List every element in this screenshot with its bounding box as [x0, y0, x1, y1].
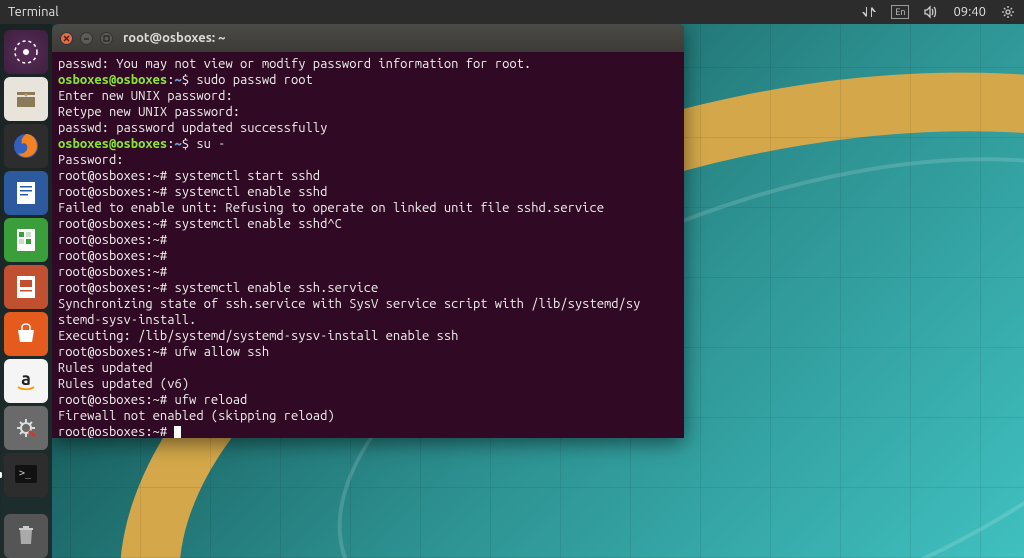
terminal-line: stemd-sysv-install. [58, 312, 678, 328]
active-app-name: Terminal [8, 5, 59, 19]
terminal-line: root@osboxes:~# ufw allow ssh [58, 344, 678, 360]
terminal-line: Enter new UNIX password: [58, 88, 678, 104]
terminal-line: root@osboxes:~# systemctl enable ssh.ser… [58, 280, 678, 296]
svg-text:a: a [21, 369, 31, 389]
svg-text:>_: >_ [19, 468, 32, 479]
launcher-firefox[interactable] [4, 124, 48, 168]
terminal-line: root@osboxes:~# [58, 424, 678, 438]
terminal-line: root@osboxes:~# [58, 232, 678, 248]
terminal-line: root@osboxes:~# ufw reload [58, 392, 678, 408]
launcher-amazon[interactable]: a [4, 359, 48, 403]
terminal-line: osboxes@osboxes:~$ sudo passwd root [58, 72, 678, 88]
top-panel: Terminal En 09:40 [0, 0, 1024, 24]
terminal-line: Retype new UNIX password: [58, 104, 678, 120]
gear-icon[interactable] [1000, 4, 1016, 20]
minimize-icon[interactable] [80, 32, 93, 45]
terminal-line: passwd: You may not view or modify passw… [58, 56, 678, 72]
terminal-line: Executing: /lib/systemd/systemd-sysv-ins… [58, 328, 678, 344]
launcher-terminal[interactable]: >_ [4, 453, 48, 497]
terminal-line: Firewall not enabled (skipping reload) [58, 408, 678, 424]
launcher-dash[interactable] [4, 30, 48, 74]
terminal-line: passwd: password updated successfully [58, 120, 678, 136]
terminal-line: Password: [58, 152, 678, 168]
terminal-window[interactable]: root@osboxes: ~ passwd: You may not view… [52, 24, 684, 438]
terminal-line: root@osboxes:~# [58, 248, 678, 264]
system-tray: En 09:40 [861, 4, 1016, 20]
launcher-writer[interactable] [4, 171, 48, 215]
terminal-line: Failed to enable unit: Refusing to opera… [58, 200, 678, 216]
launcher-files[interactable] [4, 77, 48, 121]
terminal-body[interactable]: passwd: You may not view or modify passw… [52, 52, 684, 438]
terminal-line: Rules updated (v6) [58, 376, 678, 392]
terminal-line: root@osboxes:~# systemctl enable sshd [58, 184, 678, 200]
terminal-line: osboxes@osboxes:~$ su - [58, 136, 678, 152]
maximize-icon[interactable] [100, 32, 113, 45]
terminal-line: root@osboxes:~# systemctl enable sshd^C [58, 216, 678, 232]
keyboard-layout-indicator[interactable]: En [891, 5, 909, 19]
close-icon[interactable] [60, 32, 73, 45]
window-titlebar[interactable]: root@osboxes: ~ [52, 24, 684, 52]
clock[interactable]: 09:40 [953, 5, 986, 19]
cursor [174, 426, 181, 438]
launcher-calc[interactable] [4, 218, 48, 262]
launcher-impress[interactable] [4, 265, 48, 309]
window-title: root@osboxes: ~ [123, 31, 225, 45]
launcher-software[interactable] [4, 312, 48, 356]
terminal-line: root@osboxes:~# [58, 264, 678, 280]
launcher: a >_ [0, 24, 52, 558]
terminal-line: Rules updated [58, 360, 678, 376]
network-icon[interactable] [861, 4, 877, 20]
terminal-line: Synchronizing state of ssh.service with … [58, 296, 678, 312]
launcher-settings[interactable] [4, 406, 48, 450]
launcher-trash[interactable] [4, 514, 48, 558]
terminal-line: root@osboxes:~# systemctl start sshd [58, 168, 678, 184]
sound-icon[interactable] [923, 4, 939, 20]
